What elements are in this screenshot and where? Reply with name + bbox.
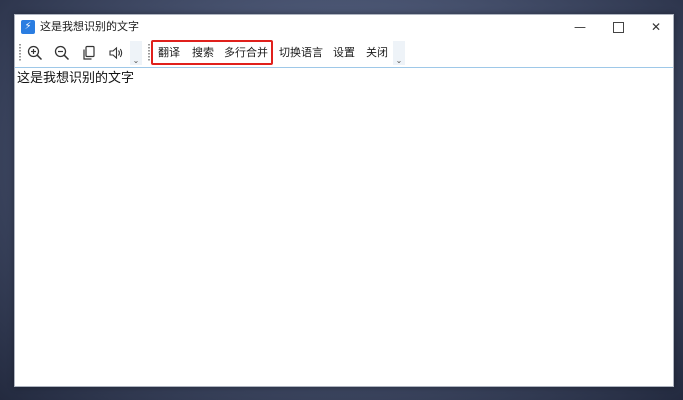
- window-title: 这是我想识别的文字: [40, 20, 139, 33]
- highlight-box: [151, 40, 273, 65]
- minimize-button[interactable]: —: [560, 15, 600, 39]
- toolbar-overflow-button[interactable]: ⌄: [393, 41, 405, 65]
- app-window: ⚡ 这是我想识别的文字 — ✕ ⌄ 翻译 搜索 多行合并 切换语言 设置 关闭 …: [14, 14, 674, 387]
- close-toolbar-button[interactable]: 关闭: [366, 46, 388, 60]
- title-bar[interactable]: ⚡ 这是我想识别的文字 — ✕: [15, 15, 673, 39]
- maximize-icon: [612, 22, 624, 33]
- settings-button[interactable]: 设置: [333, 46, 355, 60]
- lightning-icon: ⚡: [21, 20, 35, 34]
- toolbar-overflow-button[interactable]: ⌄: [130, 41, 142, 65]
- copy-icon[interactable]: [79, 43, 99, 63]
- recognized-text: 这是我想识别的文字: [17, 71, 135, 86]
- switch-language-button[interactable]: 切换语言: [279, 46, 323, 60]
- speaker-icon[interactable]: [106, 43, 126, 63]
- close-button[interactable]: ✕: [636, 15, 676, 39]
- maximize-button[interactable]: [598, 15, 638, 39]
- zoom-out-icon[interactable]: [52, 43, 72, 63]
- recognized-text-area[interactable]: 这是我想识别的文字: [15, 68, 673, 386]
- toolbar-grip[interactable]: [148, 44, 150, 62]
- toolbar-grip[interactable]: [19, 44, 21, 62]
- zoom-in-icon[interactable]: [25, 43, 45, 63]
- toolbar: ⌄ 翻译 搜索 多行合并 切换语言 设置 关闭 ⌄: [15, 39, 673, 68]
